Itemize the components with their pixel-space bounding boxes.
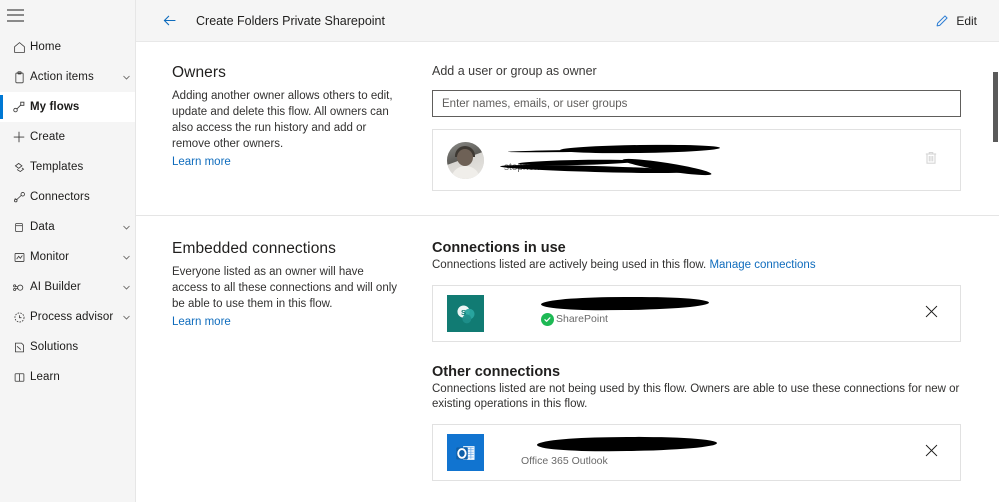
redaction-mark — [559, 143, 721, 155]
green-check-icon — [541, 312, 554, 326]
close-icon — [923, 442, 940, 464]
sidebar-item-label: Learn — [30, 371, 60, 383]
edit-button-label: Edit — [956, 13, 977, 28]
sidebar-item-my-flows[interactable]: My flows — [0, 92, 135, 122]
solutions-icon — [8, 341, 30, 354]
sidebar-menu-toggle[interactable] — [0, 0, 135, 30]
learn-book-icon — [8, 371, 30, 384]
sidebar-item-action-items[interactable]: Action items — [0, 62, 135, 92]
sidebar-item-label: Monitor — [30, 251, 70, 263]
scrollbar-thumb[interactable] — [993, 72, 998, 142]
plus-icon — [8, 130, 30, 144]
chevron-down-icon[interactable] — [117, 313, 135, 322]
connectors-icon — [8, 191, 30, 204]
sidebar-item-label: Data — [30, 221, 55, 233]
sidebar-item-label: Solutions — [30, 341, 79, 353]
process-advisor-icon — [8, 311, 30, 324]
app-root: Home Action items My flows Create Templa… — [0, 0, 999, 502]
delete-owner-button[interactable] — [916, 150, 946, 171]
embedded-learn-more-link[interactable]: Learn more — [172, 316, 231, 328]
sharepoint-connection-identity: SharePoint — [499, 295, 916, 331]
sidebar-item-label: AI Builder — [30, 281, 81, 293]
hamburger-icon[interactable] — [7, 8, 24, 22]
main-content: Create Folders Private Sharepoint Edit O… — [136, 0, 999, 502]
sidebar-item-solutions[interactable]: Solutions — [0, 332, 135, 362]
owners-section-info: Owners Adding another owner allows other… — [172, 64, 432, 191]
sidebar-item-monitor[interactable]: Monitor — [0, 242, 135, 272]
close-icon — [923, 303, 940, 325]
sidebar-item-label: Process advisor — [30, 311, 114, 323]
sidebar-item-create[interactable]: Create — [0, 122, 135, 152]
redaction-mark — [540, 295, 710, 311]
chevron-down-icon[interactable] — [117, 223, 135, 232]
templates-icon — [8, 161, 30, 174]
home-icon — [8, 41, 30, 54]
content-scroll-area: Owners Adding another owner allows other… — [136, 42, 999, 502]
flow-icon — [8, 100, 30, 114]
svg-text:S: S — [460, 308, 465, 317]
sidebar-item-label: Create — [30, 131, 66, 143]
sidebar-item-ai-builder[interactable]: AI Builder — [0, 272, 135, 302]
remove-sharepoint-connection-button[interactable] — [916, 303, 946, 325]
redaction-mark — [536, 435, 718, 452]
sharepoint-icon: S — [447, 295, 484, 332]
owners-description: Adding another owner allows others to ed… — [172, 90, 393, 150]
office365-outlook-icon — [447, 434, 484, 471]
sidebar-item-process-advisor[interactable]: Process advisor — [0, 302, 135, 332]
sidebar-item-label: My flows — [30, 101, 80, 113]
chevron-down-icon[interactable] — [117, 253, 135, 262]
sidebar-nav-list: Home Action items My flows Create Templa… — [0, 32, 135, 392]
chevron-down-icon[interactable] — [117, 73, 135, 82]
other-connections-heading: Other connections — [432, 364, 561, 380]
connections-in-use-description-text: Connections listed are actively being us… — [432, 259, 707, 271]
trash-icon — [923, 150, 939, 171]
monitor-chart-icon — [8, 251, 30, 264]
sidebar-item-data[interactable]: Data — [0, 212, 135, 242]
manage-connections-link[interactable]: Manage connections — [709, 259, 815, 271]
command-bar: Create Folders Private Sharepoint Edit — [136, 0, 999, 42]
other-connections-block: Other connections Connections listed are… — [432, 364, 961, 481]
pencil-icon — [935, 14, 949, 28]
embedded-section-info: Embedded connections Everyone listed as … — [172, 240, 432, 481]
connection-row-outlook: Office 365 Outlook — [432, 424, 961, 481]
edit-button[interactable]: Edit — [927, 10, 985, 32]
sidebar-item-label: Templates — [30, 161, 84, 173]
sidebar-item-label: Connectors — [30, 191, 90, 203]
sidebar-item-connectors[interactable]: Connectors — [0, 182, 135, 212]
other-connections-description: Connections listed are not being used by… — [432, 383, 960, 410]
embedded-section-content: Connections in use Connections listed ar… — [432, 240, 961, 481]
owners-learn-more-link[interactable]: Learn more — [172, 156, 231, 168]
connections-in-use-heading: Connections in use — [432, 240, 566, 256]
embedded-connections-section: Embedded connections Everyone listed as … — [136, 216, 999, 502]
owner-row: stephen — [432, 129, 961, 191]
back-arrow-icon[interactable] — [156, 8, 182, 34]
sidebar-item-home[interactable]: Home — [0, 32, 135, 62]
embedded-heading: Embedded connections — [172, 240, 337, 257]
chevron-down-icon[interactable] — [117, 283, 135, 292]
add-owner-label: Add a user or group as owner — [432, 64, 597, 78]
ai-builder-icon — [8, 281, 30, 294]
owners-section: Owners Adding another owner allows other… — [136, 42, 999, 215]
owners-section-content: Add a user or group as owner stephen — [432, 64, 961, 191]
outlook-connection-identity: Office 365 Outlook — [499, 435, 916, 470]
outlook-service-name: Office 365 Outlook — [521, 454, 608, 467]
page-title: Create Folders Private Sharepoint — [196, 13, 385, 28]
connection-row-sharepoint: S SharePoint — [432, 285, 961, 342]
remove-outlook-connection-button[interactable] — [916, 442, 946, 464]
vertical-scrollbar[interactable] — [992, 42, 999, 502]
owner-search-input[interactable] — [432, 90, 961, 117]
sharepoint-service-name: SharePoint — [556, 312, 608, 325]
sidebar-item-label: Action items — [30, 71, 94, 83]
sidebar: Home Action items My flows Create Templa… — [0, 0, 136, 502]
owner-identity-redacted: stephen — [499, 140, 916, 180]
embedded-description: Everyone listed as an owner will have ac… — [172, 266, 398, 310]
sidebar-item-learn[interactable]: Learn — [0, 362, 135, 392]
clipboard-icon — [8, 70, 30, 84]
database-icon — [8, 221, 30, 234]
connections-in-use-description: Connections listed are actively being us… — [432, 258, 961, 273]
sidebar-item-label: Home — [30, 41, 62, 53]
avatar — [447, 141, 484, 179]
owners-heading: Owners — [172, 64, 227, 81]
sidebar-item-templates[interactable]: Templates — [0, 152, 135, 182]
